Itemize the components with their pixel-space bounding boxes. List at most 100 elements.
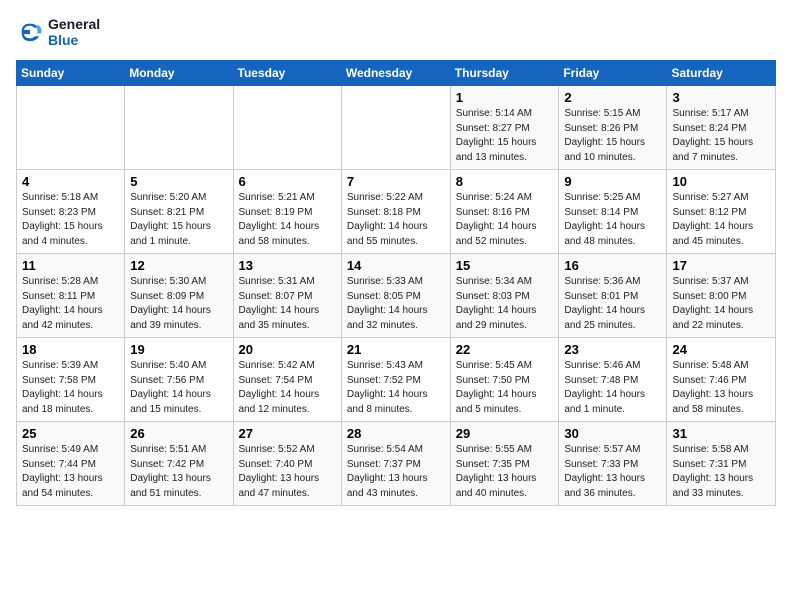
day-info: Sunrise: 5:18 AM Sunset: 8:23 PM Dayligh…: [22, 191, 119, 249]
calendar-cell: 5Sunrise: 5:20 AM Sunset: 8:21 PM Daylig…: [125, 170, 233, 254]
calendar-cell: [233, 86, 341, 170]
calendar-cell: 27 Sunrise: 5:52 AM Sunset: 7:40 PM Dayli…: [233, 422, 341, 506]
calendar-cell: 11 Sunrise: 5:28 AM Sunset: 8:11 PM Dayli…: [17, 254, 125, 338]
day-number: 14: [347, 258, 445, 273]
day-number: 17: [672, 258, 770, 273]
day-number: 3: [672, 90, 770, 105]
day-number: 23: [564, 342, 661, 357]
calendar-cell: 31Sunrise: 5:58 AM Sunset: 7:31 PM Dayli…: [667, 422, 776, 506]
logo: General Blue: [16, 16, 100, 48]
weekday-header: Wednesday: [341, 61, 450, 86]
day-info: Sunrise: 5:37 AM Sunset: 8:00 PM Dayligh…: [672, 275, 770, 333]
calendar-cell: [341, 86, 450, 170]
weekday-header: Tuesday: [233, 61, 341, 86]
day-info: Sunrise: 5:36 AM Sunset: 8:01 PM Dayligh…: [564, 275, 661, 333]
day-info: Sunrise: 5:45 AM Sunset: 7:50 PM Dayligh…: [456, 359, 554, 417]
weekday-header: Thursday: [450, 61, 559, 86]
day-info: Sunrise: 5:51 AM Sunset: 7:42 PM Dayligh…: [130, 443, 227, 501]
day-number: 19: [130, 342, 227, 357]
day-number: 21: [347, 342, 445, 357]
day-info: Sunrise: 5:31 AM Sunset: 8:07 PM Dayligh…: [239, 275, 336, 333]
calendar-cell: [125, 86, 233, 170]
weekday-header: Monday: [125, 61, 233, 86]
day-number: 29: [456, 426, 554, 441]
calendar-cell: 18Sunrise: 5:39 AM Sunset: 7:58 PM Dayli…: [17, 338, 125, 422]
calendar-cell: 24 Sunrise: 5:48 AM Sunset: 7:46 PM Dayli…: [667, 338, 776, 422]
day-info: Sunrise: 5:40 AM Sunset: 7:56 PM Dayligh…: [130, 359, 227, 417]
calendar-cell: 15 Sunrise: 5:34 AM Sunset: 8:03 PM Dayli…: [450, 254, 559, 338]
calendar-cell: 23 Sunrise: 5:46 AM Sunset: 7:48 PM Dayli…: [559, 338, 667, 422]
calendar-cell: 16 Sunrise: 5:36 AM Sunset: 8:01 PM Dayli…: [559, 254, 667, 338]
calendar-cell: 6Sunrise: 5:21 AM Sunset: 8:19 PM Daylig…: [233, 170, 341, 254]
day-info: Sunrise: 5:55 AM Sunset: 7:35 PM Dayligh…: [456, 443, 554, 501]
day-number: 6: [239, 174, 336, 189]
calendar-cell: 20Sunrise: 5:42 AM Sunset: 7:54 PM Dayli…: [233, 338, 341, 422]
calendar-cell: 19 Sunrise: 5:40 AM Sunset: 7:56 PM Dayli…: [125, 338, 233, 422]
day-number: 27: [239, 426, 336, 441]
day-info: Sunrise: 5:39 AM Sunset: 7:58 PM Dayligh…: [22, 359, 119, 417]
calendar-week-row: 11 Sunrise: 5:28 AM Sunset: 8:11 PM Dayli…: [17, 254, 776, 338]
day-number: 10: [672, 174, 770, 189]
calendar-cell: 14 Sunrise: 5:33 AM Sunset: 8:05 PM Dayli…: [341, 254, 450, 338]
calendar-cell: 7Sunrise: 5:22 AM Sunset: 8:18 PM Daylig…: [341, 170, 450, 254]
day-number: 9: [564, 174, 661, 189]
day-info: Sunrise: 5:27 AM Sunset: 8:12 PM Dayligh…: [672, 191, 770, 249]
day-info: Sunrise: 5:46 AM Sunset: 7:48 PM Dayligh…: [564, 359, 661, 417]
day-info: Sunrise: 5:25 AM Sunset: 8:14 PM Dayligh…: [564, 191, 661, 249]
day-number: 22: [456, 342, 554, 357]
day-number: 30: [564, 426, 661, 441]
day-number: 1: [456, 90, 554, 105]
calendar-cell: 28Sunrise: 5:54 AM Sunset: 7:37 PM Dayli…: [341, 422, 450, 506]
day-number: 13: [239, 258, 336, 273]
day-info: Sunrise: 5:52 AM Sunset: 7:40 PM Dayligh…: [239, 443, 336, 501]
weekday-header: Saturday: [667, 61, 776, 86]
calendar-cell: 10 Sunrise: 5:27 AM Sunset: 8:12 PM Dayli…: [667, 170, 776, 254]
day-number: 8: [456, 174, 554, 189]
day-info: Sunrise: 5:22 AM Sunset: 8:18 PM Dayligh…: [347, 191, 445, 249]
day-info: Sunrise: 5:48 AM Sunset: 7:46 PM Dayligh…: [672, 359, 770, 417]
logo-text: General Blue: [48, 16, 100, 48]
day-number: 24: [672, 342, 770, 357]
weekday-header: Sunday: [17, 61, 125, 86]
day-info: Sunrise: 5:34 AM Sunset: 8:03 PM Dayligh…: [456, 275, 554, 333]
day-info: Sunrise: 5:58 AM Sunset: 7:31 PM Dayligh…: [672, 443, 770, 501]
day-info: Sunrise: 5:42 AM Sunset: 7:54 PM Dayligh…: [239, 359, 336, 417]
day-number: 26: [130, 426, 227, 441]
day-info: Sunrise: 5:24 AM Sunset: 8:16 PM Dayligh…: [456, 191, 554, 249]
day-number: 12: [130, 258, 227, 273]
calendar-cell: 9 Sunrise: 5:25 AM Sunset: 8:14 PM Daylig…: [559, 170, 667, 254]
day-number: 4: [22, 174, 119, 189]
day-info: Sunrise: 5:57 AM Sunset: 7:33 PM Dayligh…: [564, 443, 661, 501]
calendar-cell: 1 Sunrise: 5:14 AM Sunset: 8:27 PM Daylig…: [450, 86, 559, 170]
page-header: General Blue: [16, 16, 776, 48]
day-number: 2: [564, 90, 661, 105]
logo-icon: [16, 18, 44, 46]
day-number: 28: [347, 426, 445, 441]
day-info: Sunrise: 5:17 AM Sunset: 8:24 PM Dayligh…: [672, 107, 770, 165]
day-number: 25: [22, 426, 119, 441]
calendar-cell: 12 Sunrise: 5:30 AM Sunset: 8:09 PM Dayli…: [125, 254, 233, 338]
day-info: Sunrise: 5:49 AM Sunset: 7:44 PM Dayligh…: [22, 443, 119, 501]
calendar-cell: 13 Sunrise: 5:31 AM Sunset: 8:07 PM Dayli…: [233, 254, 341, 338]
calendar-cell: 2Sunrise: 5:15 AM Sunset: 8:26 PM Daylig…: [559, 86, 667, 170]
calendar-table: SundayMondayTuesdayWednesdayThursdayFrid…: [16, 60, 776, 506]
day-number: 11: [22, 258, 119, 273]
calendar-week-row: 4 Sunrise: 5:18 AM Sunset: 8:23 PM Daylig…: [17, 170, 776, 254]
day-number: 16: [564, 258, 661, 273]
calendar-week-row: 1 Sunrise: 5:14 AM Sunset: 8:27 PM Daylig…: [17, 86, 776, 170]
day-info: Sunrise: 5:43 AM Sunset: 7:52 PM Dayligh…: [347, 359, 445, 417]
day-info: Sunrise: 5:30 AM Sunset: 8:09 PM Dayligh…: [130, 275, 227, 333]
weekday-header: Friday: [559, 61, 667, 86]
day-info: Sunrise: 5:33 AM Sunset: 8:05 PM Dayligh…: [347, 275, 445, 333]
calendar-cell: 29 Sunrise: 5:55 AM Sunset: 7:35 PM Dayli…: [450, 422, 559, 506]
day-info: Sunrise: 5:14 AM Sunset: 8:27 PM Dayligh…: [456, 107, 554, 165]
calendar-cell: 21 Sunrise: 5:43 AM Sunset: 7:52 PM Dayli…: [341, 338, 450, 422]
day-number: 15: [456, 258, 554, 273]
day-info: Sunrise: 5:28 AM Sunset: 8:11 PM Dayligh…: [22, 275, 119, 333]
weekday-header-row: SundayMondayTuesdayWednesdayThursdayFrid…: [17, 61, 776, 86]
calendar-cell: 22 Sunrise: 5:45 AM Sunset: 7:50 PM Dayli…: [450, 338, 559, 422]
calendar-cell: 30 Sunrise: 5:57 AM Sunset: 7:33 PM Dayli…: [559, 422, 667, 506]
calendar-cell: [17, 86, 125, 170]
calendar-week-row: 25 Sunrise: 5:49 AM Sunset: 7:44 PM Dayli…: [17, 422, 776, 506]
calendar-cell: 26 Sunrise: 5:51 AM Sunset: 7:42 PM Dayli…: [125, 422, 233, 506]
